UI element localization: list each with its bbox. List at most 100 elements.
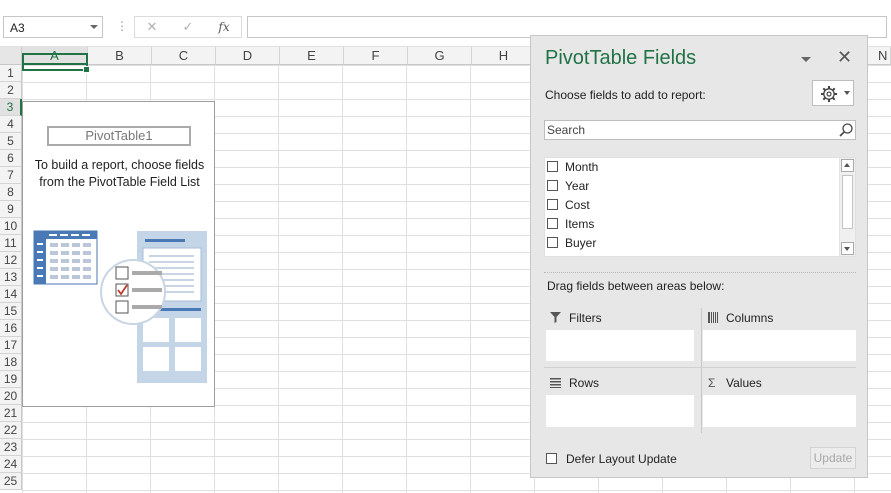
field-search-input[interactable]: Search <box>544 120 856 140</box>
pivottable-instructions: To build a report, choose fields from th… <box>23 157 216 191</box>
row-header-22[interactable]: 22 <box>0 422 22 439</box>
row-header-17[interactable]: 17 <box>0 337 22 354</box>
tools-button[interactable] <box>812 80 854 106</box>
field-label: Cost <box>565 198 590 212</box>
column-header-f[interactable]: F <box>344 47 408 65</box>
selected-cell-a3[interactable] <box>22 53 90 73</box>
row-header-8[interactable]: 8 <box>0 184 22 201</box>
columns-area-label: Columns <box>726 311 774 325</box>
row-header-13[interactable]: 13 <box>0 269 22 286</box>
field-checkbox[interactable] <box>547 180 558 191</box>
row-header-15[interactable]: 15 <box>0 303 22 320</box>
pivottable-name: PivotTable1 <box>47 126 191 146</box>
pivottable-illustration-icon <box>33 230 207 383</box>
pane-subtitle: Choose fields to add to report: <box>545 88 706 102</box>
row-header-3[interactable]: 3 <box>0 99 22 116</box>
field-label: Year <box>565 179 590 193</box>
field-checkbox[interactable] <box>547 161 558 172</box>
pane-title: PivotTable Fields <box>545 47 697 69</box>
row-header-9[interactable]: 9 <box>0 201 22 218</box>
row-header-6[interactable]: 6 <box>0 150 22 167</box>
scroll-up-icon[interactable] <box>841 159 854 172</box>
field-label: Buyer <box>565 236 597 250</box>
instructions-line-2: from the PivotTable Field List <box>39 175 200 189</box>
field-checkbox[interactable] <box>547 237 558 248</box>
field-item-month[interactable]: Month <box>545 159 835 178</box>
column-header-b[interactable]: B <box>88 47 152 65</box>
row-header-23[interactable]: 23 <box>0 439 22 456</box>
values-area-label: Values <box>726 376 762 390</box>
row-header-10[interactable]: 10 <box>0 218 22 235</box>
scroll-down-icon[interactable] <box>841 242 854 255</box>
defer-label: Defer Layout Update <box>566 452 677 466</box>
column-header-e[interactable]: E <box>280 47 344 65</box>
column-header-c[interactable]: C <box>152 47 216 65</box>
window-top-strip <box>0 0 891 12</box>
search-placeholder: Search <box>547 123 586 137</box>
values-drop-area[interactable] <box>703 395 856 427</box>
pivottable-fields-pane: PivotTable Fields ✕ Choose fields to add… <box>530 35 868 478</box>
field-checkbox[interactable] <box>547 218 558 229</box>
filters-drop-area[interactable] <box>546 330 694 361</box>
enter-icon[interactable]: ✓ <box>175 19 201 35</box>
cancel-icon[interactable]: ✕ <box>139 19 165 35</box>
column-header-d[interactable]: D <box>216 47 280 65</box>
field-item-buyer[interactable]: Buyer <box>545 235 835 254</box>
rows-drop-area[interactable] <box>546 395 694 427</box>
field-item-items[interactable]: Items <box>545 216 835 235</box>
row-header-14[interactable]: 14 <box>0 286 22 303</box>
row-header-2[interactable]: 2 <box>0 82 22 99</box>
search-icon[interactable] <box>838 122 854 138</box>
row-header-7[interactable]: 7 <box>0 167 22 184</box>
columns-icon <box>708 312 718 323</box>
pane-divider <box>544 272 856 273</box>
field-label: Month <box>565 160 599 174</box>
row-header-21[interactable]: 21 <box>0 405 22 422</box>
drag-areas-label: Drag fields between areas below: <box>547 279 725 293</box>
instructions-line-1: To build a report, choose fields <box>34 158 205 172</box>
row-header-16[interactable]: 16 <box>0 320 22 337</box>
filters-area-label: Filters <box>569 311 602 325</box>
row-header-24[interactable]: 24 <box>0 456 22 473</box>
field-list: Month Year Cost Items Buyer <box>544 157 856 257</box>
fill-handle[interactable] <box>83 66 90 73</box>
area-separator-horizontal <box>544 367 856 368</box>
scroll-thumb[interactable] <box>842 175 853 229</box>
field-item-year[interactable]: Year <box>545 178 835 197</box>
formula-buttons: ✕ ✓ fx <box>134 16 242 38</box>
gear-icon <box>821 86 837 102</box>
row-header-12[interactable]: 12 <box>0 252 22 269</box>
update-button[interactable]: Update <box>810 447 856 469</box>
chevron-down-icon <box>844 91 850 95</box>
close-icon[interactable]: ✕ <box>837 47 852 67</box>
column-header-h[interactable]: H <box>472 47 536 65</box>
row-header-11[interactable]: 11 <box>0 235 22 252</box>
row-header-19[interactable]: 19 <box>0 371 22 388</box>
defer-checkbox[interactable] <box>546 453 557 464</box>
insert-function-icon[interactable]: fx <box>211 19 237 35</box>
rows-icon <box>550 378 561 388</box>
name-box-value: A3 <box>10 21 25 35</box>
select-all-corner[interactable] <box>0 47 22 65</box>
row-header-4[interactable]: 4 <box>0 116 22 133</box>
field-item-cost[interactable]: Cost <box>545 197 835 216</box>
rows-area-label: Rows <box>569 376 600 390</box>
name-box[interactable]: A3 <box>3 16 103 38</box>
pivottable-placeholder[interactable]: PivotTable1 To build a report, choose fi… <box>22 101 215 407</box>
row-header-5[interactable]: 5 <box>0 133 22 150</box>
pane-options-chevron-icon[interactable] <box>801 57 811 62</box>
field-label: Items <box>565 217 595 231</box>
row-header-20[interactable]: 20 <box>0 388 22 405</box>
filter-icon <box>550 312 561 323</box>
row-header-18[interactable]: 18 <box>0 354 22 371</box>
chevron-down-icon[interactable] <box>90 25 98 29</box>
sigma-icon: Σ <box>708 376 716 390</box>
drag-handle-icon[interactable]: ⋮ <box>116 20 128 32</box>
row-header-1[interactable]: 1 <box>0 65 22 82</box>
area-separator-vertical <box>701 308 702 433</box>
field-checkbox[interactable] <box>547 199 558 210</box>
column-header-g[interactable]: G <box>408 47 472 65</box>
columns-drop-area[interactable] <box>703 330 856 361</box>
field-list-scrollbar[interactable] <box>839 158 855 256</box>
row-header-25[interactable]: 25 <box>0 473 22 490</box>
